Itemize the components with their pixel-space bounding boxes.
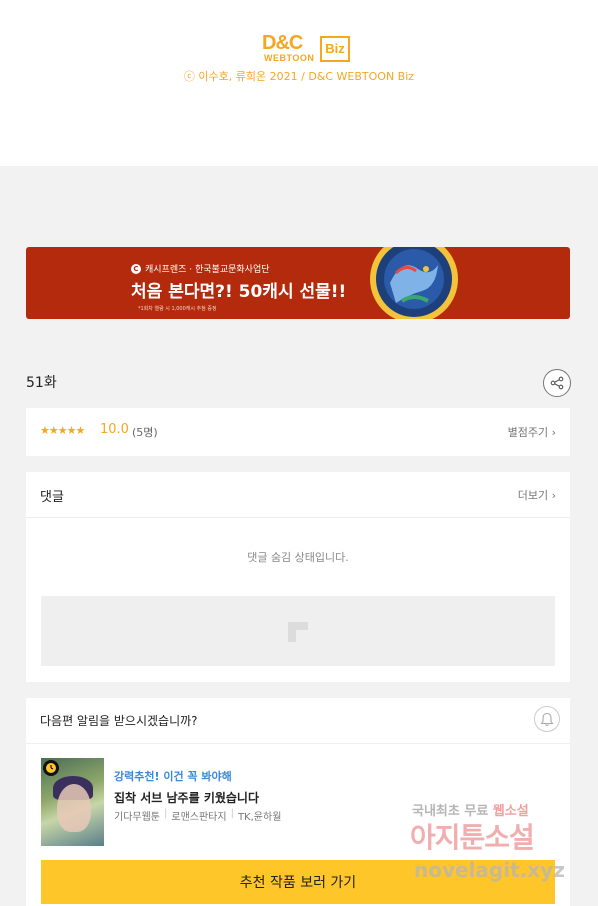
meta-category: 기다무웹툰 (114, 812, 160, 823)
wait-free-clock-icon (43, 760, 59, 776)
meta-genre: 로맨스판타지 (171, 812, 227, 823)
header-area: D&C WEBTOON Biz ⓒ 이수호, 류희온 2021 / D&C WE… (0, 0, 598, 166)
divider (26, 517, 570, 518)
recommendation-thumbnail[interactable] (41, 758, 104, 846)
rating-card: ★★★★★ 10.0 (5명) 별점주기 › (26, 408, 570, 456)
comment-section-title: 댓글 (40, 490, 64, 505)
banner-footnote: *1회차 열람 시 1,000캐시 추첨 증정 (138, 306, 217, 312)
rate-button[interactable]: 별점주기 › (508, 424, 556, 440)
rating-count: (5명) (132, 426, 158, 439)
ad-placeholder[interactable] (41, 596, 555, 666)
recommendation-title[interactable]: 집착 서브 남주를 키웠습니다 (114, 789, 259, 806)
banner-headline: 처음 본다면?! 50캐시 선물!! (131, 282, 347, 302)
banner-sponsor-text: 캐시프렌즈 · 한국불교문화사업단 (145, 265, 270, 275)
thumbnail-art (57, 784, 91, 832)
share-icon (550, 376, 564, 390)
divider (26, 743, 570, 744)
dc-webtoon-logo: D&C WEBTOON Biz (262, 32, 352, 66)
meta-separator: | (230, 808, 234, 819)
meta-author: TK,윤하월 (237, 812, 282, 823)
logo-biz-text: Biz (320, 36, 350, 62)
share-button[interactable] (543, 369, 571, 397)
view-recommendation-button[interactable]: 추천 작품 보러 가기 (41, 860, 555, 904)
bell-icon (540, 712, 554, 726)
placeholder-icon (288, 622, 308, 642)
banner-sponsor: C 캐시프렌즈 · 한국불교문화사업단 (131, 262, 270, 275)
recommendation-meta: 기다무웹툰 | 로맨스판타지 | TK,윤하월 (114, 808, 281, 823)
promo-banner[interactable]: C 캐시프렌즈 · 한국불교문화사업단 처음 본다면?! 50캐시 선물!! *… (26, 247, 570, 319)
episode-title: 51화 (26, 375, 57, 391)
rating-stars: ★★★★★ (40, 424, 85, 437)
notification-button[interactable] (534, 706, 560, 732)
copyright-text: ⓒ 이수호, 류희온 2021 / D&C WEBTOON Biz (183, 70, 415, 83)
next-alert-question: 다음편 알림을 받으시겠습니까? (40, 714, 198, 728)
comment-card: 댓글 더보기 › 댓글 숨김 상태입니다. (26, 472, 570, 682)
recommendation-tag: 강력추천! 이건 꼭 봐야해 (114, 770, 232, 783)
dragon-illustration-icon (370, 247, 458, 319)
comment-hidden-notice: 댓글 숨김 상태입니다. (247, 551, 349, 564)
comment-more-link[interactable]: 더보기 › (518, 487, 556, 503)
meta-separator: | (164, 808, 168, 819)
next-episode-card: 다음편 알림을 받으시겠습니까? 강력추천! 이건 꼭 봐야해 집착 서브 남주… (26, 698, 570, 906)
rating-score: 10.0 (100, 422, 129, 437)
cash-brand-icon: C (131, 263, 141, 274)
logo-webtoon-text: WEBTOON (264, 53, 315, 63)
logo-dc-text: D&C (262, 32, 303, 54)
